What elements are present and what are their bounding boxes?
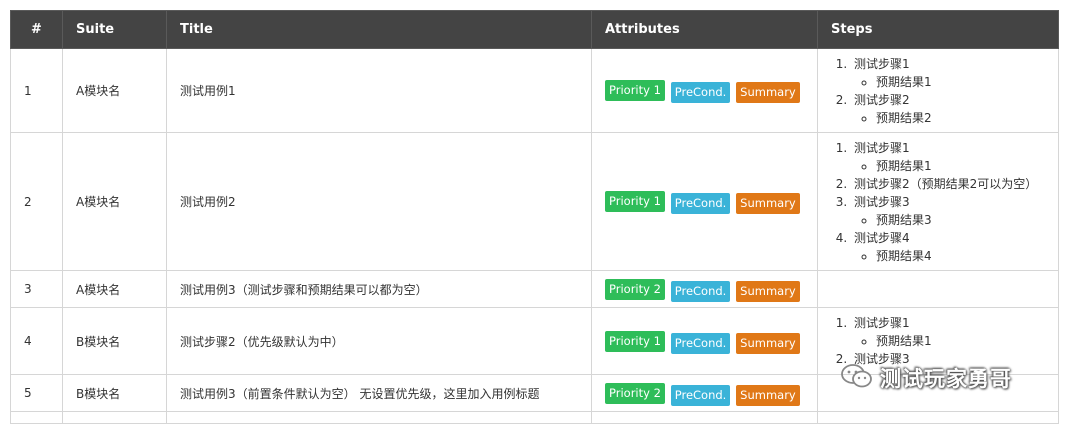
priority-badge: Priority 2 bbox=[605, 278, 665, 300]
table-row: 1 A模块名 测试用例1 Priority 1 PreCond. Summary… bbox=[10, 48, 1059, 133]
priority-badge: Priority 1 bbox=[605, 330, 665, 352]
step-text: 测试步骤1 bbox=[854, 56, 910, 71]
header-title[interactable]: Title bbox=[166, 10, 592, 49]
step-text: 测试步骤1 bbox=[854, 140, 910, 155]
row-steps: 测试步骤1 预期结果1 测试步骤2（预期结果2可以为空） 测试步骤3 预期结果3… bbox=[817, 132, 1059, 271]
steps-list: 测试步骤1 预期结果1 测试步骤2 预期结果2 bbox=[831, 55, 1045, 127]
row-number: 1 bbox=[10, 48, 63, 133]
row-suite: B模块名 bbox=[62, 374, 167, 412]
step-text: 测试步骤2 bbox=[854, 92, 910, 107]
row-suite: A模块名 bbox=[62, 270, 167, 308]
precond-badge[interactable]: PreCond. bbox=[670, 280, 731, 302]
header-suite[interactable]: Suite bbox=[62, 10, 167, 49]
row-attributes: Priority 2 PreCond. Summary bbox=[591, 374, 818, 412]
row-attributes bbox=[591, 411, 818, 424]
summary-badge[interactable]: Summary bbox=[736, 384, 800, 406]
row-suite bbox=[62, 411, 167, 424]
row-suite: B模块名 bbox=[62, 307, 167, 375]
precond-badge[interactable]: PreCond. bbox=[670, 384, 731, 406]
step-text: 测试步骤4 bbox=[854, 230, 910, 245]
row-number: 2 bbox=[10, 132, 63, 271]
watermark-text: 测试玩家勇哥 bbox=[880, 367, 1012, 391]
summary-badge[interactable]: Summary bbox=[736, 280, 800, 302]
row-title: 测试步骤2（优先级默认为中） bbox=[166, 307, 592, 375]
step-item: 测试步骤1 预期结果1 bbox=[851, 139, 1045, 175]
table-header-row: # Suite Title Attributes Steps bbox=[10, 10, 1059, 49]
row-attributes: Priority 1 PreCond. Summary bbox=[591, 132, 818, 271]
precond-badge[interactable]: PreCond. bbox=[670, 193, 731, 214]
step-item: 测试步骤1 预期结果1 bbox=[851, 314, 1045, 350]
step-item: 测试步骤2 预期结果2 bbox=[851, 91, 1045, 127]
row-suite: A模块名 bbox=[62, 132, 167, 271]
row-attributes: Priority 2 PreCond. Summary bbox=[591, 270, 818, 308]
expected-result: 预期结果1 bbox=[876, 332, 1045, 350]
row-steps bbox=[817, 270, 1059, 308]
row-number: 3 bbox=[10, 270, 63, 308]
expected-result: 预期结果2 bbox=[876, 109, 1045, 127]
step-item: 测试步骤1 预期结果1 bbox=[851, 55, 1045, 91]
priority-badge: Priority 1 bbox=[605, 191, 665, 212]
row-title: 测试用例2 bbox=[166, 132, 592, 271]
row-steps: 测试步骤1 预期结果1 测试步骤2 预期结果2 bbox=[817, 48, 1059, 133]
table-row: 2 A模块名 测试用例2 Priority 1 PreCond. Summary… bbox=[10, 132, 1059, 271]
row-number bbox=[10, 411, 63, 424]
row-attributes: Priority 1 PreCond. Summary bbox=[591, 307, 818, 375]
expected-result: 预期结果1 bbox=[876, 157, 1045, 175]
row-suite: A模块名 bbox=[62, 48, 167, 133]
row-number: 4 bbox=[10, 307, 63, 375]
row-attributes: Priority 1 PreCond. Summary bbox=[591, 48, 818, 133]
summary-badge[interactable]: Summary bbox=[736, 193, 800, 214]
watermark: 测试玩家勇哥 bbox=[840, 360, 1040, 396]
step-text: 测试步骤2（预期结果2可以为空） bbox=[854, 176, 1038, 191]
step-item: 测试步骤4 预期结果4 bbox=[851, 229, 1045, 265]
steps-list: 测试步骤1 预期结果1 测试步骤2（预期结果2可以为空） 测试步骤3 预期结果3… bbox=[831, 139, 1045, 265]
step-item: 测试步骤2（预期结果2可以为空） bbox=[851, 175, 1045, 193]
row-title: 测试用例1 bbox=[166, 48, 592, 133]
precond-badge[interactable]: PreCond. bbox=[670, 82, 731, 103]
step-text: 测试步骤3 bbox=[854, 194, 910, 209]
header-attributes[interactable]: Attributes bbox=[591, 10, 818, 49]
row-title bbox=[166, 411, 592, 424]
summary-badge[interactable]: Summary bbox=[736, 332, 800, 354]
table-row bbox=[10, 411, 1059, 424]
row-title: 测试用例3（前置条件默认为空） 无设置优先级，这里加入用例标题 bbox=[166, 374, 592, 412]
row-number: 5 bbox=[10, 374, 63, 412]
step-text: 测试步骤1 bbox=[854, 316, 910, 330]
row-title: 测试用例3（测试步骤和预期结果可以都为空） bbox=[166, 270, 592, 308]
expected-result: 预期结果1 bbox=[876, 73, 1045, 91]
row-steps bbox=[817, 411, 1059, 424]
priority-badge: Priority 2 bbox=[605, 382, 665, 404]
table-row: 3 A模块名 测试用例3（测试步骤和预期结果可以都为空） Priority 2 … bbox=[10, 270, 1059, 308]
precond-badge[interactable]: PreCond. bbox=[670, 332, 731, 354]
header-steps[interactable]: Steps bbox=[817, 10, 1059, 49]
expected-result: 预期结果3 bbox=[876, 211, 1045, 229]
priority-badge: Priority 1 bbox=[605, 80, 665, 101]
step-item: 测试步骤3 预期结果3 bbox=[851, 193, 1045, 229]
wechat-icon bbox=[840, 362, 874, 394]
summary-badge[interactable]: Summary bbox=[736, 82, 800, 103]
header-num[interactable]: # bbox=[10, 10, 63, 49]
expected-result: 预期结果4 bbox=[876, 247, 1045, 265]
